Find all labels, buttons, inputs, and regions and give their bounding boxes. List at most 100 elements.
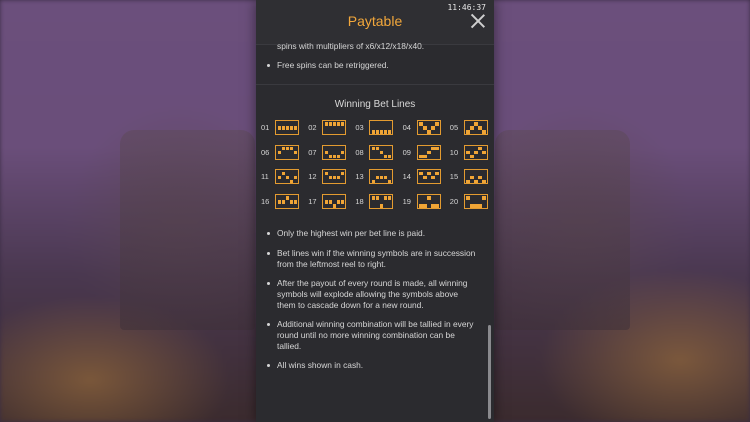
- bet-line-cell: [379, 150, 384, 155]
- bet-line-cell: [482, 150, 486, 155]
- bet-line-cell: [383, 130, 388, 134]
- bet-line-number: 20: [449, 197, 459, 207]
- bet-line-cell: [328, 175, 333, 180]
- bet-line-cell: [482, 196, 486, 200]
- rule-item: Bet lines win if the winning symbols are…: [267, 248, 477, 270]
- bet-line-cell: [340, 122, 345, 126]
- bet-line-cell: [478, 126, 482, 130]
- bet-line-cell: [383, 175, 388, 180]
- bet-line-cell: [375, 130, 380, 134]
- bet-line-pattern: [463, 144, 488, 160]
- rule-item: All wins shown in cash.: [267, 360, 477, 371]
- bet-line-cell: [293, 126, 297, 130]
- clock-readout: 11:46:37: [447, 3, 486, 12]
- bet-line-cell: [478, 175, 482, 180]
- bet-line-cell: [431, 146, 435, 151]
- bet-line-cell: [419, 122, 423, 126]
- bet-line-cell: [470, 204, 474, 208]
- bullet-icon: [267, 232, 270, 235]
- bullet-icon: [267, 64, 270, 67]
- bet-line-cell: [332, 154, 337, 159]
- bet-line-number: 15: [449, 172, 459, 182]
- bet-line-number: 02: [308, 123, 317, 132]
- bet-line-pattern: [463, 169, 488, 185]
- bet-line-pattern: [369, 194, 394, 210]
- bet-line-number: 18: [355, 197, 364, 207]
- bet-line-cell: [293, 175, 297, 180]
- bet-line-cell: [435, 122, 439, 126]
- close-icon[interactable]: [470, 13, 486, 29]
- bet-line-number: 17: [308, 197, 317, 207]
- background-ship-right: [495, 130, 630, 330]
- bet-line-pattern: [322, 194, 347, 210]
- bet-line-pattern: [275, 194, 299, 210]
- bet-line-pattern: [369, 120, 394, 135]
- bet-line-cell: [340, 150, 345, 155]
- bet-line-cell: [277, 175, 281, 180]
- bet-line-cell: [324, 150, 329, 155]
- bet-line-cell: [474, 179, 478, 184]
- bet-line-cell: [482, 130, 486, 134]
- bet-line-pattern: [275, 120, 299, 135]
- bet-line-cell: [289, 126, 293, 130]
- bet-line-cell: [423, 175, 427, 180]
- bet-line-number: 03: [355, 123, 364, 132]
- bet-line-number: 07: [308, 147, 317, 157]
- bet-line-pattern: [369, 169, 394, 185]
- bet-line-cell: [379, 175, 384, 180]
- bet-line-cell: [277, 126, 281, 130]
- section-divider: [256, 84, 494, 85]
- bet-line-cell: [419, 204, 423, 208]
- rule-item: After the payout of every round is made,…: [267, 278, 477, 311]
- bet-line-number: 11: [261, 172, 269, 182]
- bet-line-cell: [431, 126, 435, 130]
- bet-line-cell: [419, 171, 423, 176]
- bet-line-cell: [281, 126, 285, 130]
- bet-line-cell: [277, 150, 281, 155]
- bet-line-cell: [293, 200, 297, 204]
- bet-line-cell: [375, 175, 380, 180]
- bet-line-cell: [289, 200, 293, 204]
- bet-line-number: 06: [261, 147, 270, 157]
- bet-line-cell: [379, 204, 384, 208]
- bet-line-cell: [474, 122, 478, 126]
- bet-line-cell: [289, 179, 293, 184]
- bet-line-number: 16: [261, 197, 270, 207]
- bet-line-cell: [427, 150, 431, 155]
- bet-line-cell: [383, 154, 388, 159]
- bet-line-pattern: [322, 144, 347, 160]
- bet-line-cell: [466, 179, 470, 184]
- bet-line-cell: [289, 146, 293, 151]
- bet-line-cell: [277, 200, 281, 204]
- bet-line-cell: [470, 154, 474, 159]
- bet-line-cell: [332, 122, 337, 126]
- bet-line-number: 04: [402, 123, 411, 132]
- free-spins-continued-text: spins with multipliers of x6/x12/x18/x40…: [277, 41, 425, 51]
- bullet-icon: [267, 252, 270, 255]
- scrollbar[interactable]: [488, 325, 491, 419]
- bet-line-cell: [435, 171, 439, 176]
- background-ship-left: [120, 130, 255, 330]
- bet-line-cell: [466, 150, 470, 155]
- bet-line-pattern: [463, 120, 488, 135]
- bet-line-cell: [281, 200, 285, 204]
- bet-line-cell: [285, 175, 289, 180]
- free-spins-retrigger-item: Free spins can be retriggered.: [267, 60, 477, 71]
- bullet-icon: [267, 364, 270, 367]
- bet-line-cell: [466, 196, 470, 200]
- bet-line-cell: [387, 179, 392, 184]
- bet-line-cell: [328, 122, 333, 126]
- rule-text: All wins shown in cash.: [277, 360, 364, 370]
- rule-text: After the payout of every round is made,…: [277, 278, 468, 310]
- bet-line-cell: [328, 200, 333, 204]
- bet-line-cell: [482, 179, 486, 184]
- bet-line-cell: [419, 154, 423, 159]
- bet-line-cell: [371, 146, 376, 151]
- bet-line-number: 12: [308, 172, 317, 182]
- bet-line-cell: [285, 126, 289, 130]
- bet-line-cell: [387, 154, 392, 159]
- rule-item: Only the highest win per bet line is pai…: [267, 228, 477, 239]
- bet-line-cell: [324, 200, 329, 204]
- paytable-panel[interactable]: Paytable 11:46:37 spins with multipliers…: [256, 0, 494, 422]
- bet-lines-title: Winning Bet Lines: [334, 99, 416, 110]
